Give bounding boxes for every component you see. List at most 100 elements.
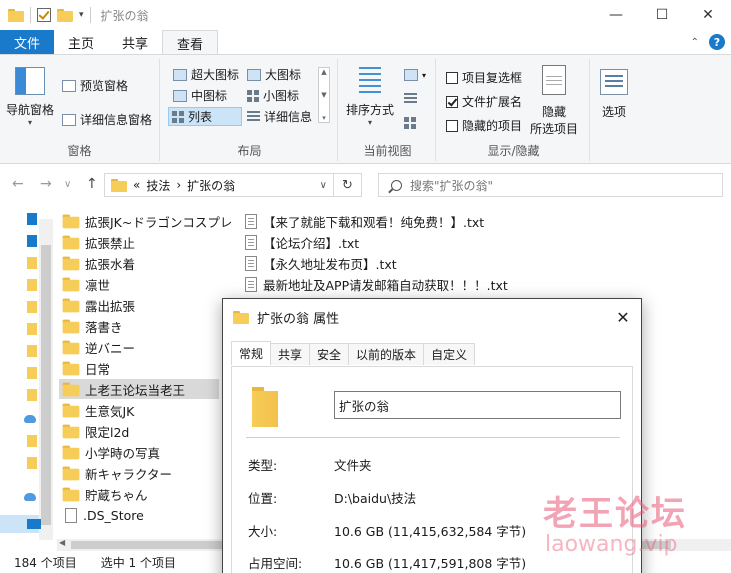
list-item[interactable]: 拡張禁止 [62, 232, 135, 252]
list-item[interactable]: 生意気JK [62, 400, 134, 420]
nav-pane-folder-icon[interactable] [27, 257, 37, 269]
hide-selected-button[interactable]: 隐藏 所选项目 [530, 65, 578, 137]
tab-security[interactable]: 安全 [309, 343, 350, 365]
list-item[interactable]: 新キャラクター [62, 463, 172, 483]
onedrive-icon[interactable] [24, 415, 36, 423]
this-pc-icon[interactable] [27, 519, 41, 529]
layout-large-icons[interactable]: 大图标 [244, 65, 304, 84]
search-box[interactable]: 搜索"扩张の翁" [378, 173, 723, 197]
current-view-group: 排序方式 ▾ ▾ 当前视图 [340, 59, 436, 161]
list-item-selected[interactable]: 上老王论坛当老王 [59, 379, 219, 399]
list-item[interactable]: 【永久地址发布页】.txt [245, 253, 397, 273]
size-columns-button[interactable] [404, 117, 416, 129]
list-item[interactable]: 最新地址及APP请发邮箱自动获取！！！.txt [245, 274, 508, 294]
item-checkbox-toggle[interactable]: 项目复选框 [446, 69, 522, 86]
sort-by-button[interactable]: 排序方式 ▾ [346, 65, 394, 127]
tab-file[interactable]: 文件 [0, 30, 54, 54]
list-item[interactable]: 露出拡張 [62, 295, 135, 315]
folder-name-field[interactable]: 扩张の翁 [334, 391, 621, 419]
nav-pane-folder-icon[interactable] [27, 367, 37, 379]
list-item[interactable]: 拡張水着 [62, 253, 135, 273]
nav-pane-folder-icon[interactable] [27, 457, 37, 469]
list-item[interactable]: 日常 [62, 358, 110, 378]
scroll-down-icon[interactable]: ▼ [321, 91, 326, 99]
nav-pane-button[interactable]: 导航窗格 ▾ [6, 67, 54, 127]
hidden-items-toggle[interactable]: 隐藏的项目 [446, 117, 522, 134]
dialog-close-button[interactable]: ✕ [605, 299, 641, 335]
breadcrumb-item-current[interactable]: 扩张の翁 [187, 177, 235, 194]
scroll-up-icon[interactable]: ▲ [321, 68, 326, 76]
maximize-button[interactable]: ☐ [639, 0, 685, 30]
nav-pane-folder-icon[interactable] [27, 301, 37, 313]
item-checkbox-checkbox[interactable] [446, 71, 458, 84]
breadcrumb-item[interactable]: 技法 [146, 177, 170, 194]
list-item[interactable]: 凛世 [62, 274, 110, 294]
nav-pane-item-icon[interactable] [27, 213, 37, 225]
layout-medium-icons[interactable]: 中图标 [170, 86, 230, 105]
layout-group-label: 布局 [237, 144, 262, 158]
tab-share[interactable]: 共享 [108, 30, 162, 54]
layout-extra-large-icons[interactable]: 超大图标 [170, 65, 242, 84]
prop-label: 类型: [248, 458, 278, 473]
nav-pane-folder-icon[interactable] [27, 389, 37, 401]
layout-gallery-scroll[interactable]: ▲ ▼ ▾ [318, 67, 330, 123]
text-file-icon [245, 234, 257, 250]
gallery-more-icon[interactable]: ▾ [322, 114, 326, 122]
layout-list[interactable]: 列表 [168, 107, 242, 126]
properties-quick-icon[interactable] [37, 8, 51, 22]
preview-pane-button[interactable]: 预览窗格 [62, 77, 128, 94]
back-button[interactable]: ← [12, 176, 24, 192]
options-label: 选项 [601, 105, 626, 119]
list-item[interactable]: 貯蔵ちゃん [62, 484, 148, 504]
up-button[interactable]: ↑ [86, 176, 98, 192]
tab-previous-versions[interactable]: 以前的版本 [348, 343, 425, 365]
scroll-left-icon[interactable]: ◀ [59, 538, 65, 547]
nav-pane-folder-icon[interactable] [27, 323, 37, 335]
customize-toolbar-chevron-icon[interactable]: ▾ [79, 10, 84, 20]
file-extension-toggle[interactable]: 文件扩展名 [446, 93, 522, 110]
recent-locations-button[interactable]: ∨ [64, 179, 71, 190]
nav-pane-folder-icon[interactable] [27, 279, 37, 291]
list-item[interactable]: 逆バニー [62, 337, 135, 357]
forward-button[interactable]: → [40, 176, 52, 192]
ribbon-view: 导航窗格 ▾ 预览窗格 详细信息窗格 窗格 超大图标 大图标 中图标 小图标 列… [0, 54, 731, 164]
nav-pane-folder-icon[interactable] [27, 435, 37, 447]
properties-dialog: 扩张の翁 属性 ✕ 常规 共享 安全 以前的版本 自定义 扩张の翁 类型: 文件… [222, 298, 642, 573]
help-icon[interactable]: ? [709, 34, 725, 50]
refresh-button[interactable]: ↻ [333, 174, 361, 196]
tab-customize[interactable]: 自定义 [423, 343, 476, 365]
group-by-button[interactable]: ▾ [404, 69, 426, 81]
collapse-ribbon-chevron-icon[interactable]: ⌃ [691, 37, 699, 48]
list-item[interactable]: 小学時の写真 [62, 442, 160, 462]
nav-pane-scroll-thumb[interactable] [41, 245, 51, 525]
file-extension-checkbox[interactable] [446, 95, 458, 108]
address-bar[interactable]: « 技法 › 扩张の翁 ∨ ↻ [104, 173, 362, 197]
list-item[interactable]: 【来了就能下载和观看！纯免费！】.txt [245, 211, 484, 231]
layout-small-icons[interactable]: 小图标 [244, 86, 302, 105]
add-columns-button[interactable] [404, 93, 417, 105]
nav-pane-item-icon[interactable] [27, 235, 37, 247]
tab-view[interactable]: 查看 [162, 30, 219, 55]
folder-icon [111, 178, 127, 192]
hidden-items-checkbox[interactable] [446, 119, 458, 132]
item-checkbox-label: 项目复选框 [462, 71, 523, 85]
new-folder-quick-icon[interactable] [57, 8, 73, 22]
close-button[interactable]: ✕ [685, 0, 731, 30]
details-pane-button[interactable]: 详细信息窗格 [62, 111, 152, 128]
list-item[interactable]: .DS_Store [65, 505, 144, 525]
list-item[interactable]: 限定l2d [62, 421, 129, 441]
layout-details[interactable]: 详细信息 [244, 107, 315, 126]
tab-general[interactable]: 常规 [231, 341, 272, 365]
breadcrumb-separator[interactable]: › [176, 178, 181, 192]
list-item[interactable]: 拡張JK~ドラゴンコスプレ [62, 211, 232, 231]
address-dropdown-icon[interactable]: ∨ [320, 180, 327, 191]
list-item[interactable]: 落書き [62, 316, 123, 336]
network-icon[interactable] [24, 493, 36, 501]
breadcrumb-overflow[interactable]: « [133, 178, 140, 192]
list-item[interactable]: 【论坛介绍】.txt [245, 232, 359, 252]
tab-home[interactable]: 主页 [54, 30, 108, 54]
nav-pane-folder-icon[interactable] [27, 345, 37, 357]
options-button[interactable]: 选项 [600, 69, 628, 120]
minimize-button[interactable]: — [593, 0, 639, 30]
tab-sharing[interactable]: 共享 [270, 343, 311, 365]
